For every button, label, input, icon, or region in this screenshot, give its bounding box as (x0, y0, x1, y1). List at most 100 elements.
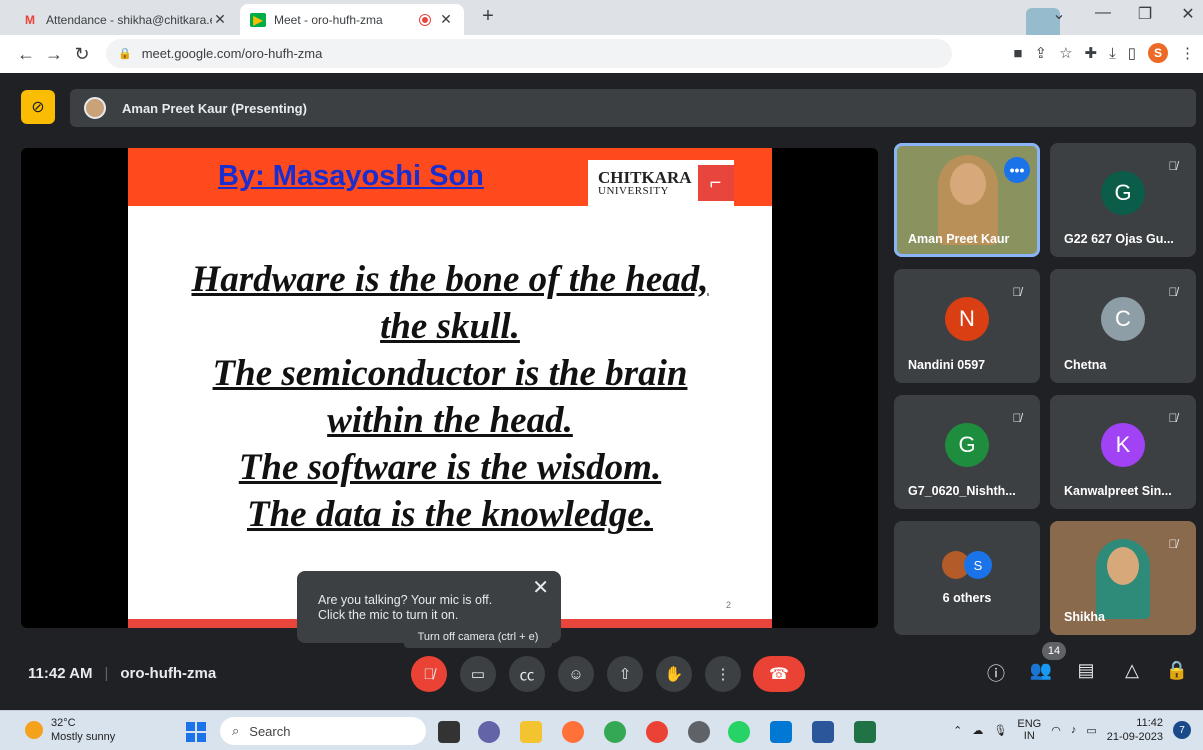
participant-tile[interactable]: 🎙̸ G G7_0620_Nishth... (894, 395, 1040, 509)
chevron-up-icon[interactable]: ⌃ (953, 724, 962, 737)
captions-button[interactable]: ㏄ (509, 656, 545, 692)
gmail-icon: M (25, 12, 35, 27)
chrome-icon[interactable] (604, 721, 626, 743)
new-tab-button[interactable]: + (476, 5, 500, 28)
participant-tile[interactable]: 🎙̸ Shikha (1050, 521, 1196, 635)
reactions-button[interactable]: ☺ (558, 656, 594, 692)
camera-in-use-icon[interactable]: ■ (1013, 45, 1022, 62)
presentation-toggle-icon[interactable]: ⊘ (21, 90, 55, 124)
participant-video (1096, 539, 1150, 619)
url-field[interactable]: 🔒 meet.google.com/oro-hufh-zma (106, 39, 952, 68)
others-tile[interactable]: S 6 others (894, 521, 1040, 635)
mic-muted-icon: 🎙̸ (1168, 285, 1178, 299)
more-options-icon[interactable]: ••• (1004, 157, 1030, 183)
lang-line2: IN (1023, 730, 1035, 742)
extensions-icon[interactable]: ✚ (1085, 44, 1098, 62)
close-tab-icon[interactable]: ✕ (212, 11, 228, 28)
forward-icon[interactable]: → (40, 44, 68, 65)
clock-date: 21-09-2023 (1106, 731, 1163, 743)
participant-name: Shikha (1064, 610, 1105, 624)
settings-icon[interactable] (688, 721, 710, 743)
quote-line: Hardware is the bone of the head, (191, 259, 709, 300)
cloud-icon[interactable]: ☁ (972, 724, 983, 737)
excel-icon[interactable] (854, 721, 876, 743)
wifi-icon[interactable]: ◠ (1051, 724, 1061, 737)
participant-name: Chetna (1064, 358, 1107, 372)
file-explorer-icon[interactable] (520, 721, 542, 743)
mic-muted-icon: 🎙̸ (1012, 411, 1022, 425)
participant-tile[interactable]: 🎙̸ K Kanwalpreet Sin... (1050, 395, 1196, 509)
close-icon[interactable]: ✕ (532, 578, 549, 598)
meet-window: ⊘ Aman Preet Kaur (Presenting) By: Masay… (0, 73, 1203, 710)
recording-icon (420, 14, 430, 25)
quote-line: The software is the wisdom. (238, 447, 662, 488)
tab-attendance[interactable]: M Attendance - shikha@chitkara.ed ✕ (12, 4, 238, 35)
raise-hand-button[interactable]: ✋ (656, 656, 692, 692)
firefox-icon[interactable] (562, 721, 584, 743)
slide-quote: Hardware is the bone of the head, the sk… (128, 256, 772, 538)
battery-icon[interactable]: ▭ (1086, 724, 1096, 737)
tooltip-line: Are you talking? Your mic is off. (318, 593, 493, 607)
language-indicator[interactable]: ENG IN (1017, 718, 1041, 742)
lock-icon[interactable]: 🔒 (118, 47, 132, 60)
quote-line: The semiconductor is the brain (212, 353, 688, 394)
logo-mark-icon: ⌐ (697, 165, 734, 201)
mic-toggle-button[interactable]: 🎙̸ (411, 656, 447, 692)
weather-widget[interactable]: 32°C Mostly sunny (25, 716, 115, 744)
camera-toggle-button[interactable]: ▭ (460, 656, 496, 692)
menu-icon[interactable]: ⋮ (1180, 44, 1195, 62)
mic-muted-icon: 🎙̸ (1168, 159, 1178, 173)
share-icon[interactable]: ⇪ (1034, 44, 1047, 62)
chrome-profile-icon[interactable] (646, 721, 668, 743)
participant-tile[interactable]: 🎙̸ N Nandini 0597 (894, 269, 1040, 383)
task-view-icon[interactable] (438, 721, 460, 743)
windows-start-icon[interactable] (186, 722, 206, 742)
more-options-button[interactable]: ⋮ (705, 656, 741, 692)
shared-slide: By: Masayoshi Son CHITKARA UNIVERSITY ⌐ … (128, 148, 772, 628)
people-count-badge: 14 (1042, 642, 1066, 660)
close-tab-icon[interactable]: ✕ (438, 11, 454, 28)
mic-muted-icon: 🎙̸ (1168, 411, 1178, 425)
slide-author: By: Masayoshi Son (218, 160, 484, 192)
photos-icon[interactable] (770, 721, 792, 743)
bookmark-star-icon[interactable]: ☆ (1059, 44, 1072, 62)
present-button[interactable]: ⇧ (607, 656, 643, 692)
minimize-button[interactable]: — (1088, 4, 1118, 22)
side-panel-icon[interactable]: ▯ (1128, 44, 1136, 62)
notification-badge[interactable]: 7 (1173, 721, 1191, 739)
activities-icon[interactable]: △ (1120, 660, 1144, 681)
whatsapp-icon[interactable] (728, 721, 750, 743)
tab-search-icon[interactable]: ⌄ (1044, 4, 1074, 24)
microphone-icon[interactable]: 🎙 (993, 724, 1007, 737)
browser-toolbar-icons: ■ ⇪ ☆ ✚ ⤓ ▯ S ⋮ (1013, 43, 1195, 63)
url-text: meet.google.com/oro-hufh-zma (141, 46, 323, 61)
participant-tile[interactable]: ••• Aman Preet Kaur (894, 143, 1040, 257)
tab-meet[interactable]: ▶ Meet - oro-hufh-zma ✕ (240, 4, 464, 35)
presenting-label: Aman Preet Kaur (Presenting) (122, 100, 307, 116)
close-window-button[interactable]: ✕ (1173, 4, 1203, 24)
word-icon[interactable] (812, 721, 834, 743)
clock[interactable]: 11:42 21-09-2023 (1107, 716, 1163, 744)
participant-tile[interactable]: 🎙̸ G G22 627 Ojas Gu... (1050, 143, 1196, 257)
speaker-icon[interactable]: ♪ (1071, 724, 1077, 736)
slide-header: By: Masayoshi Son CHITKARA UNIVERSITY ⌐ (128, 148, 772, 206)
download-icon[interactable]: ⤓ (1109, 45, 1116, 62)
search-placeholder: Search (249, 723, 291, 739)
taskbar-search[interactable]: ⌕ Search (220, 717, 426, 745)
participant-tile[interactable]: 🎙̸ C Chetna (1050, 269, 1196, 383)
participant-avatar: C (1101, 297, 1145, 341)
camera-tooltip: Turn off camera (ctrl + e) (404, 626, 552, 648)
reload-icon[interactable]: ↻ (68, 44, 96, 65)
leave-call-button[interactable]: ☎ (753, 656, 805, 692)
profile-avatar[interactable]: S (1148, 43, 1168, 63)
presentation-stage: By: Masayoshi Son CHITKARA UNIVERSITY ⌐ … (21, 148, 878, 628)
meeting-info: 11:42 AM | oro-hufh-zma (28, 665, 216, 682)
meeting-details-icon[interactable]: ⓘ (984, 660, 1008, 686)
chat-icon[interactable]: ▤ (1074, 660, 1098, 681)
restore-button[interactable]: ❐ (1130, 4, 1160, 24)
back-icon[interactable]: ← (12, 44, 40, 65)
host-controls-icon[interactable]: 🔒 (1165, 660, 1189, 681)
teams-chat-icon[interactable] (478, 721, 500, 743)
presenter-bar: Aman Preet Kaur (Presenting) (70, 89, 1196, 127)
people-icon[interactable]: 👥 (1029, 660, 1053, 681)
